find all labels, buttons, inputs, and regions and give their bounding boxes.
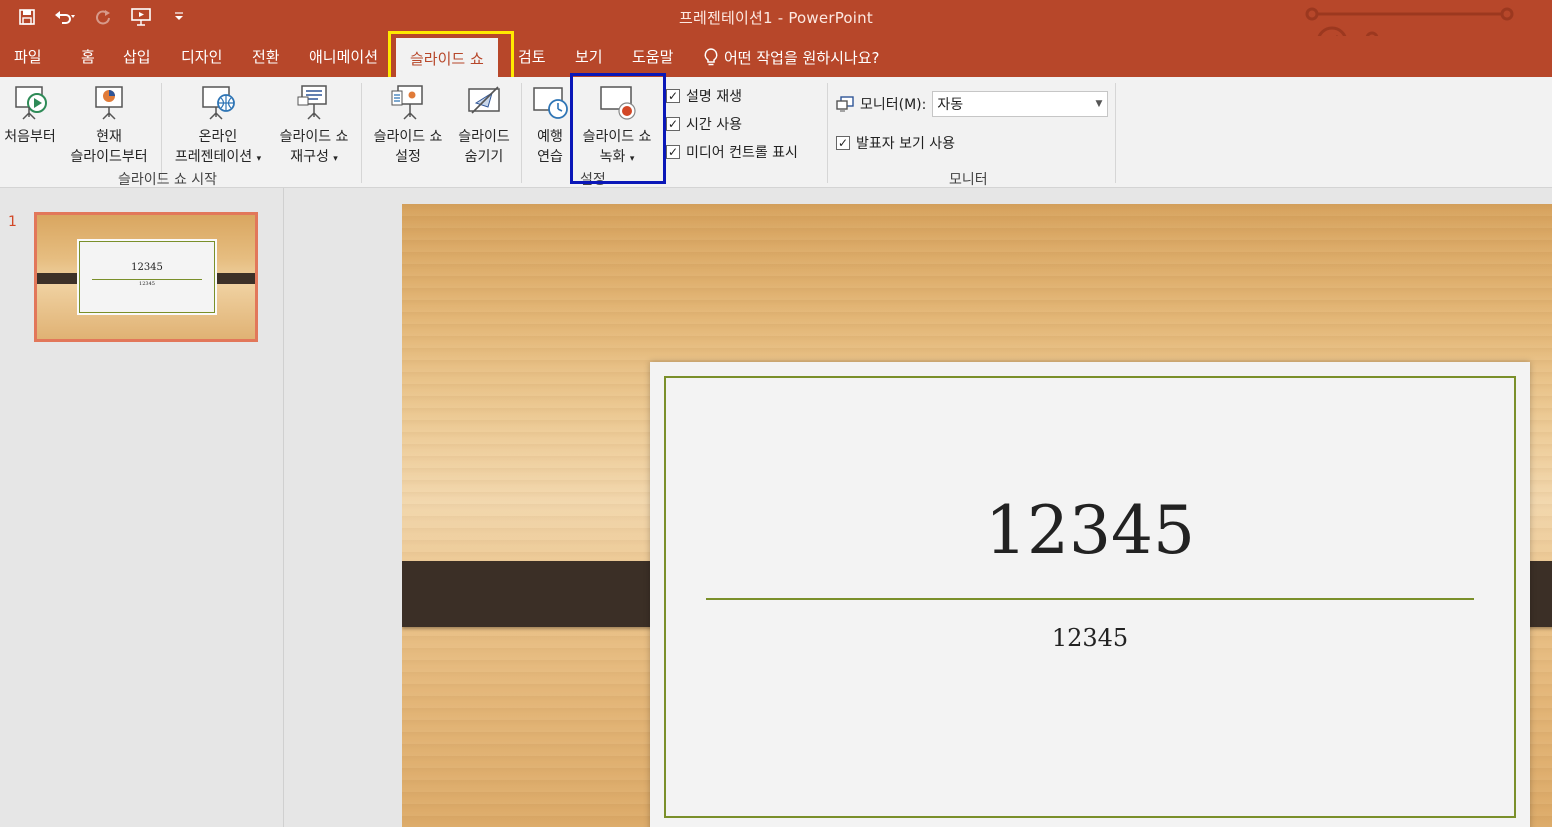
separator [1115,83,1116,183]
tab-file[interactable]: 파일 [14,46,42,68]
slide-strap-left [402,561,680,627]
tab-review[interactable]: 검토 [518,46,546,68]
use-timings-checkbox[interactable]: ✓ 시간 사용 [666,114,742,134]
separator [161,83,162,183]
tab-home[interactable]: 홈 [81,46,95,68]
play-from-start-icon [15,86,47,120]
thumbnail-strap-left [37,273,83,284]
setup-show-icon [391,85,423,120]
tab-transitions[interactable]: 전환 [252,46,280,68]
monitor-select-value: 자동 [937,97,964,113]
tab-view[interactable]: 보기 [575,46,603,68]
presenter-view-checkbox[interactable]: ✓ 발표자 보기 사용 [836,133,955,153]
stopwatch-icon [533,87,568,119]
checkmark-icon: ✓ [836,136,850,150]
ribbon-tab-bar: 파일 홈 삽입 디자인 전환 애니메이션 슬라이드 쇼 검토 보기 도움말 어떤… [0,36,1552,77]
slide-subtitle[interactable]: 12345 [650,624,1530,652]
card-frame [664,376,1516,818]
from-beginning-label: 처음부터 [4,129,56,145]
title-divider [706,598,1474,600]
highlight-record-button [570,73,666,184]
dropdown-arrow-icon: ▾ [333,154,338,164]
thumbnail-title: 12345 [131,262,163,273]
use-timings-label: 시간 사용 [686,117,742,133]
slide-canvas[interactable]: 12345 12345 [402,204,1552,827]
slide-thumbnail[interactable]: 12345 12345 [34,212,258,342]
title-bar: 프레젠테이션1 - PowerPoint [0,0,1552,64]
online-presentation-label-2: 프레젠테이션 [174,149,253,165]
set-up-label-2: 설정 [395,149,421,165]
play-narrations-checkbox[interactable]: ✓ 설명 재생 [666,86,742,106]
from-beginning-button[interactable]: 처음부터 [0,83,60,147]
monitor-icon [836,96,854,112]
tab-animations[interactable]: 애니메이션 [309,46,378,68]
dropdown-arrow-icon: ▾ [256,154,262,164]
slide-title[interactable]: 12345 [650,492,1530,569]
rehearse-timings-button[interactable]: 예행 연습 [526,83,574,167]
play-from-current-icon [95,86,123,120]
from-current-label-1: 현재 [96,129,122,145]
separator [361,83,362,183]
from-current-button[interactable]: 현재 슬라이드부터 [62,83,156,167]
show-media-controls-label: 미디어 컨트롤 표시 [686,145,798,161]
monitor-row: 모니터(M): 자동 ▼ [836,91,1109,117]
checkmark-icon: ✓ [666,89,680,103]
tab-design[interactable]: 디자인 [181,46,222,68]
online-presentation-label-1: 온라인 [198,129,238,145]
checkmark-icon: ✓ [666,117,680,131]
slide-editor: 12345 12345 [285,188,1552,827]
hide-slide-label-1: 슬라이드 [458,129,510,145]
rehearse-label-2: 연습 [537,149,563,165]
hide-slide-button[interactable]: 슬라이드 숨기기 [452,83,516,167]
thumbnail-strap-right [209,273,255,284]
group-label-monitor: 모니터 [949,172,988,188]
highlight-slide-show-tab [388,31,514,81]
title-card: 12345 12345 [650,362,1530,827]
custom-slide-show-label-1: 슬라이드 쇼 [279,129,349,145]
chevron-down-icon: ▼ [1095,99,1103,109]
slides-pane: 1 12345 12345 [0,188,284,827]
separator [827,83,828,183]
group-label-start: 슬라이드 쇼 시작 [118,172,218,188]
ribbon-panel: 처음부터 현재 슬라이드부터 온라인 프레젠테이션 ▾ 슬라이드 쇼 재구성 ▾… [0,77,1552,188]
rehearse-label-1: 예행 [537,129,563,145]
set-up-label-1: 슬라이드 쇼 [373,129,443,145]
tab-insert[interactable]: 삽입 [123,46,151,68]
custom-show-icon [297,85,327,120]
online-presentation-button[interactable]: 온라인 프레젠테이션 ▾ [166,83,270,169]
set-up-slide-show-button[interactable]: 슬라이드 쇼 설정 [366,83,450,167]
custom-slide-show-label-2: 재구성 [290,149,329,165]
hide-slide-label-2: 숨기기 [464,149,504,165]
thumbnail-divider [92,279,202,280]
hide-slide-icon [468,86,500,114]
separator [521,83,522,183]
from-current-label-2: 슬라이드부터 [70,149,148,165]
play-narrations-label: 설명 재생 [686,89,742,105]
slide-number: 1 [8,214,17,230]
tab-help[interactable]: 도움말 [632,46,673,68]
thumbnail-subtitle: 12345 [139,281,155,287]
thumbnail-card: 12345 12345 [79,241,215,313]
monitor-select[interactable]: 자동 ▼ [932,91,1109,117]
monitor-label: 모니터(M): [860,97,927,113]
lightbulb-icon [704,48,718,66]
tell-me-text: 어떤 작업을 원하시나요? [724,48,880,67]
checkmark-icon: ✓ [666,145,680,159]
presenter-view-label: 발표자 보기 사용 [856,136,956,152]
globe-icon [202,86,235,120]
tell-me-box[interactable]: 어떤 작업을 원하시나요? [704,46,880,68]
custom-slide-show-button[interactable]: 슬라이드 쇼 재구성 ▾ [272,83,356,169]
show-media-controls-checkbox[interactable]: ✓ 미디어 컨트롤 표시 [666,142,798,162]
